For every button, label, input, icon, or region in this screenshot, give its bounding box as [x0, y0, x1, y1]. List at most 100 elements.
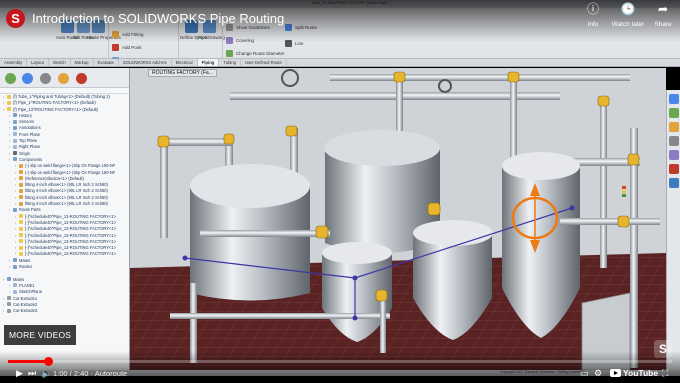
tree-item-icon [7, 270, 11, 275]
design-library-icon[interactable] [669, 122, 679, 132]
next-icon[interactable]: ⏭ [28, 368, 36, 378]
tree-item-icon [13, 157, 17, 162]
tree-item-label: Cut-Extrude3 [13, 308, 38, 314]
tab-layout[interactable]: Layout [27, 59, 49, 66]
share-icon: ➦ [657, 2, 669, 16]
tab-assembly[interactable]: Assembly [0, 59, 28, 66]
tree-item-icon [19, 201, 23, 206]
tree-item-label: [-]^schedule40^Pipe_13-ROUTING FACTORY<1… [25, 245, 117, 251]
tree-item-label: fitting 4-inch elbow<1> (90L LR Inch 2 S… [25, 201, 108, 207]
youtube-logo[interactable]: YouTube [610, 368, 658, 378]
point-icon [112, 44, 119, 51]
tree-item[interactable]: › Cut-Extrude3 [0, 308, 129, 314]
tree-item-label: [-]^schedule40^Pipe_13-ROUTING FACTORY<1… [25, 238, 117, 244]
tree-item-label: fitting 4-inch elbow<1> (90L LR Inch 2 S… [25, 188, 108, 194]
tree-item-label: Cut-Extrude1 [13, 295, 38, 301]
appearances-icon[interactable] [669, 164, 679, 174]
display-manager-icon[interactable] [76, 73, 87, 84]
tree-item-label: Top Plane [19, 138, 38, 144]
volume-icon[interactable]: 🔈 [41, 368, 52, 378]
add-point-button[interactable]: Add Point [112, 44, 142, 51]
tree-item-label: fitting 4-inch elbow<1> (90L LR Inch 2 S… [25, 182, 108, 188]
tab-electrical[interactable]: Electrical [172, 59, 198, 66]
tree-item-icon [13, 264, 17, 269]
tree-item-icon [7, 296, 11, 300]
tree-item-label: [-]^schedule40^Pipe_13-ROUTING FACTORY<1… [25, 251, 117, 257]
tree-item-icon [19, 195, 23, 200]
settings-icon[interactable]: ⚙ [594, 368, 602, 378]
fullscreen-icon[interactable]: ⛶ [662, 368, 668, 378]
tree-item-label: [-]^schedule40^Pipe_13-ROUTING FACTORY<1… [25, 226, 117, 232]
tab-evaluate[interactable]: Evaluate [94, 59, 119, 66]
progress-fill [8, 360, 48, 363]
tree-item-icon [13, 138, 17, 143]
tree-item-label: Route1 [19, 264, 33, 270]
tree-item-icon [7, 100, 11, 105]
tree-item-icon [7, 94, 11, 99]
share-button[interactable]: ➦ Share [646, 2, 680, 28]
tree-item-icon [7, 107, 11, 112]
feature-tree: › (f) Tube_1^Piping and Tubing<1> (Defaul… [0, 94, 129, 314]
tree-item-icon [13, 283, 17, 288]
custom-properties-icon[interactable] [669, 178, 679, 188]
tree-item-label: (Reference)ribution<1> (Default) [25, 175, 84, 181]
tree-item-label: Cut-Extrude2 [13, 301, 38, 307]
tree-item-icon [13, 113, 17, 118]
feature-tree-icon[interactable] [5, 73, 16, 84]
tree-item-icon [13, 144, 17, 149]
scrubber-handle[interactable] [43, 357, 53, 366]
tree-item-icon [7, 308, 11, 313]
configuration-manager-icon[interactable] [40, 73, 51, 84]
tree-item-icon [19, 245, 23, 250]
tree-item-icon [19, 163, 23, 168]
more-videos-button[interactable]: MORE VIDEOS [4, 325, 77, 345]
tree-item-label: Sensors [19, 119, 35, 125]
tab-tubing[interactable]: Tubing [219, 59, 242, 66]
tree-item-label: (f) Pipe_13^ROUTING FACTORY<1> (Default) [13, 106, 99, 112]
tree-item-label: Front Plane [19, 131, 41, 137]
tree-item-icon [13, 207, 17, 212]
tree-item-label: [-]^schedule40^Pipe_13-ROUTING FACTORY<1… [25, 232, 117, 238]
tree-item-icon [19, 239, 23, 244]
channel-logo[interactable]: S [6, 9, 25, 28]
diameter-icon [226, 50, 233, 57]
tree-item-icon [13, 132, 17, 137]
info-button[interactable]: ⓘ Info [576, 2, 610, 28]
video-title[interactable]: Introduction to SOLIDWORKS Pipe Routing [32, 11, 284, 26]
tree-item-icon [19, 170, 23, 175]
tab-sketch[interactable]: Sketch [49, 59, 71, 66]
tree-item-label: Mates [19, 257, 31, 263]
graphics-viewport[interactable]: ROUTING FACTORY (Fa... [130, 68, 666, 370]
tree-item-icon [13, 119, 17, 124]
change-route-diameter-button[interactable]: Change Route Diameter [226, 50, 285, 57]
clock-icon: 🕒 [620, 2, 636, 16]
tree-item-label: (f) Tube_1^Piping and Tubing<1> (Default… [13, 94, 110, 99]
tree-item-icon [19, 182, 23, 187]
tree-item-icon [19, 220, 23, 225]
play-icon[interactable]: ▶ [16, 368, 23, 378]
property-manager-icon[interactable] [22, 73, 33, 84]
tree-item-label: (f) Pipe_1^ROUTING FACTORY<1> (Default) [13, 100, 96, 106]
tab-user-defined-route[interactable]: User Defined Route [241, 59, 287, 66]
progress-bar[interactable] [8, 357, 672, 366]
tree-item-label: Components [19, 156, 43, 162]
command-tabs: Assembly Layout Sketch Markup Evaluate S… [0, 59, 680, 67]
tree-item-label: PLANE1 [19, 282, 35, 288]
home-icon[interactable] [669, 94, 679, 104]
watch-later-button[interactable]: 🕒 Watch later [611, 2, 645, 28]
tree-item-label: Right Plane [19, 144, 41, 150]
file-explorer-icon[interactable] [669, 136, 679, 146]
tree-item-label: fitting 4-inch elbow<1> (90L LR Inch 2 S… [25, 194, 108, 200]
tree-item-label: Origin [19, 150, 30, 156]
tree-item-icon [19, 176, 23, 181]
resources-icon[interactable] [669, 108, 679, 118]
captions-icon[interactable]: ▭ [580, 368, 589, 378]
tree-item-icon [7, 277, 11, 282]
dim-xpert-icon[interactable] [58, 73, 69, 84]
tree-item-icon [13, 258, 17, 263]
tab-addins[interactable]: SOLIDWORKS Add-Ins [119, 59, 172, 66]
tab-markup[interactable]: Markup [71, 59, 94, 66]
view-palette-icon[interactable] [669, 150, 679, 160]
tree-item-icon [13, 151, 17, 156]
tab-piping[interactable]: Piping [197, 59, 220, 66]
